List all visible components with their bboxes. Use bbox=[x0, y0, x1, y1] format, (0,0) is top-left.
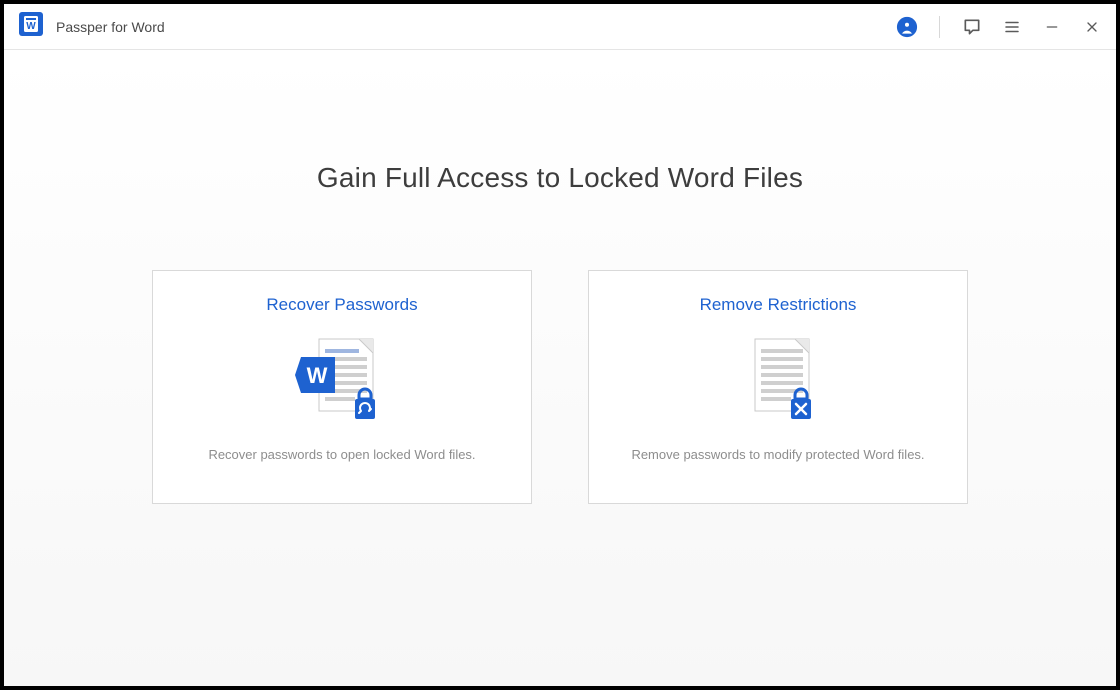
svg-text:W: W bbox=[26, 21, 36, 32]
app-title: Passper for Word bbox=[56, 19, 165, 35]
page-headline: Gain Full Access to Locked Word Files bbox=[317, 162, 803, 194]
word-document-lock-icon: W bbox=[282, 333, 402, 433]
card-desc: Recover passwords to open locked Word fi… bbox=[208, 447, 475, 462]
main-content: Gain Full Access to Locked Word Files Re… bbox=[4, 50, 1116, 686]
app-window: W Passper for Word bbox=[0, 0, 1120, 690]
card-title: Recover Passwords bbox=[266, 295, 417, 315]
title-bar: W Passper for Word bbox=[4, 4, 1116, 50]
option-cards: Recover Passwords bbox=[152, 270, 968, 504]
document-lock-x-icon bbox=[718, 333, 838, 433]
titlebar-divider bbox=[939, 16, 940, 38]
card-title: Remove Restrictions bbox=[700, 295, 857, 315]
app-logo-icon: W bbox=[18, 11, 44, 42]
feedback-icon[interactable] bbox=[960, 15, 984, 39]
svg-text:W: W bbox=[307, 363, 328, 388]
close-button[interactable] bbox=[1080, 15, 1104, 39]
account-icon[interactable] bbox=[895, 15, 919, 39]
card-desc: Remove passwords to modify protected Wor… bbox=[631, 447, 924, 462]
minimize-button[interactable] bbox=[1040, 15, 1064, 39]
card-recover-passwords[interactable]: Recover Passwords bbox=[152, 270, 532, 504]
card-remove-restrictions[interactable]: Remove Restrictions bbox=[588, 270, 968, 504]
hamburger-menu-icon[interactable] bbox=[1000, 15, 1024, 39]
